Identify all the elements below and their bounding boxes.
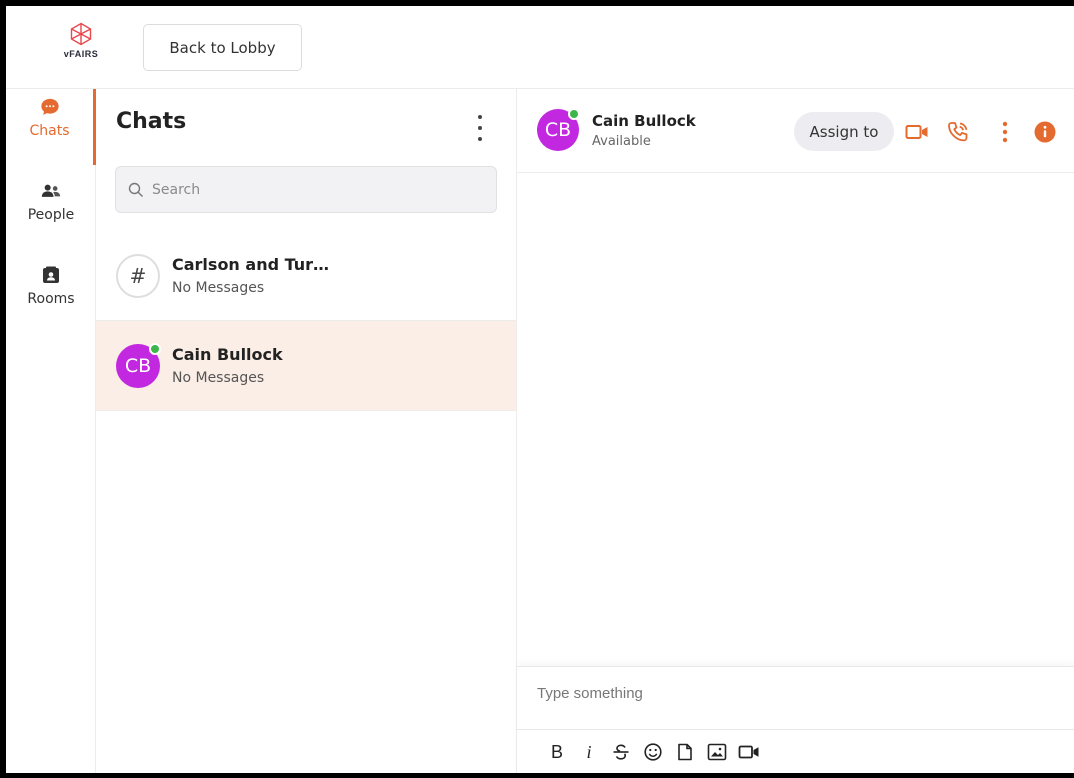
rail-item-people[interactable]: People: [6, 173, 96, 249]
phone-call-icon[interactable]: [945, 120, 971, 144]
bold-button[interactable]: B: [541, 739, 573, 765]
more-options-icon[interactable]: [992, 120, 1018, 144]
vfairs-logo-icon: [70, 22, 92, 46]
search-input[interactable]: [152, 181, 472, 198]
conversation-panel: CB Cain Bullock Available Assign to Type…: [517, 89, 1074, 773]
image-attach-icon[interactable]: [701, 739, 733, 765]
chat-name: Carlson and Tur…: [172, 255, 330, 274]
message-input[interactable]: [537, 685, 1057, 715]
people-icon: [41, 181, 61, 201]
online-status-dot: [149, 342, 161, 355]
chat-list-item[interactable]: # Carlson and Tur… No Messages: [96, 231, 516, 321]
top-bar: vFAIRS Back to Lobby: [6, 6, 1074, 89]
video-message-icon[interactable]: [733, 739, 765, 765]
rail-item-rooms[interactable]: Rooms: [6, 257, 96, 333]
rooms-icon: [41, 265, 61, 285]
search-icon: [128, 182, 143, 197]
chat-search: [115, 166, 497, 213]
rail-label-chats: Chats: [29, 123, 70, 139]
rail-item-chats[interactable]: Chats: [6, 89, 96, 165]
contact-name: Cain Bullock: [592, 112, 696, 130]
message-list: [517, 173, 1074, 663]
back-to-lobby-button[interactable]: Back to Lobby: [143, 24, 302, 71]
rail-label-rooms: Rooms: [27, 291, 75, 307]
chat-name: Cain Bullock: [172, 345, 283, 364]
video-call-icon[interactable]: [904, 120, 930, 144]
logo-text: vFAIRS: [63, 49, 99, 59]
avatar-initials: CB: [124, 354, 152, 377]
emoji-icon[interactable]: [637, 739, 669, 765]
file-attach-icon[interactable]: [669, 739, 701, 765]
avatar[interactable]: CB: [537, 108, 580, 151]
hash-icon: #: [129, 263, 147, 288]
rail-label-people: People: [27, 207, 75, 223]
info-icon[interactable]: [1032, 120, 1058, 144]
avatar: CB: [116, 342, 161, 388]
online-status-dot: [568, 108, 580, 120]
chats-title: Chats: [116, 109, 187, 134]
chat-preview: No Messages: [172, 370, 265, 386]
app-window: vFAIRS Back to Lobby Chats People Rooms …: [6, 6, 1074, 773]
formatting-toolbar: B i: [517, 729, 1074, 773]
nav-rail: Chats People Rooms: [6, 89, 96, 773]
assign-to-button[interactable]: Assign to: [794, 112, 894, 151]
italic-button[interactable]: i: [573, 739, 605, 765]
chat-list-item-selected[interactable]: CB Cain Bullock No Messages: [96, 321, 516, 411]
conversation-header: CB Cain Bullock Available Assign to: [517, 89, 1074, 173]
strikethrough-icon[interactable]: [605, 739, 637, 765]
avatar-initials: CB: [544, 119, 572, 141]
group-avatar: #: [116, 253, 160, 298]
brand-logo[interactable]: vFAIRS: [56, 22, 106, 59]
contact-status: Available: [592, 134, 651, 149]
message-composer: B i: [517, 666, 1074, 773]
chats-panel: Chats # Carlson and Tur… No Messages CB: [96, 89, 517, 773]
chat-preview: No Messages: [172, 280, 265, 296]
chats-menu-icon[interactable]: [476, 115, 484, 141]
chat-bubble-icon: [40, 97, 60, 117]
